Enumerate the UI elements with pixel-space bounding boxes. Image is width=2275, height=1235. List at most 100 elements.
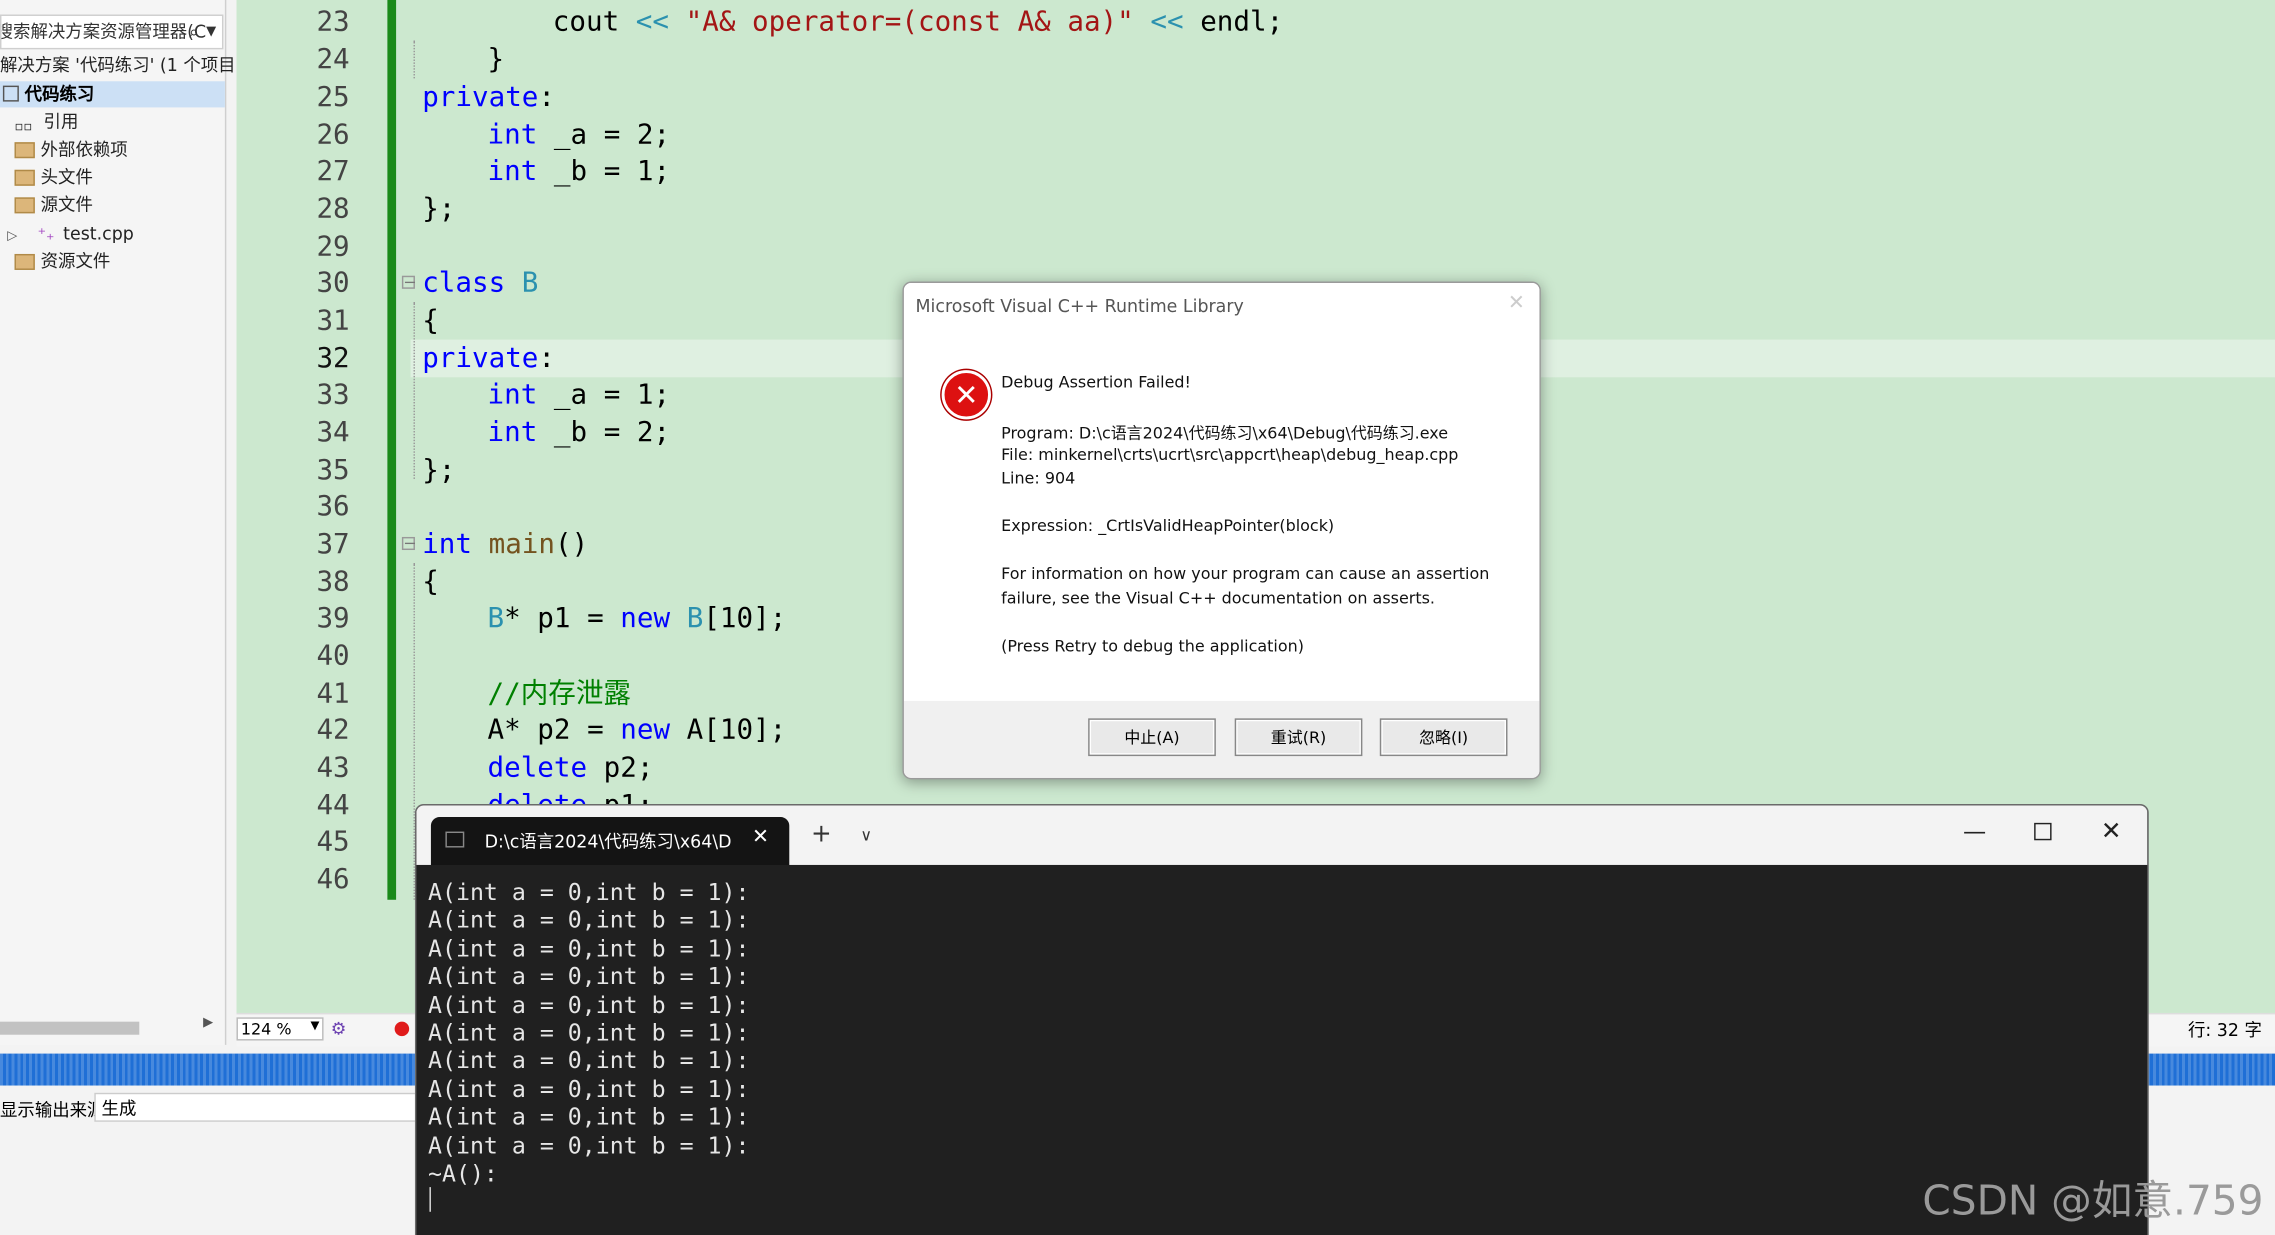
terminal-icon	[445, 831, 465, 848]
line-number: 28	[316, 193, 350, 225]
dialog-titlebar: Microsoft Visual C++ Runtime Library ✕	[903, 282, 1540, 330]
code-line-31: {	[422, 304, 439, 337]
line-number: 31	[316, 304, 350, 337]
search-placeholder: 搜索解决方案资源管理器(C	[0, 21, 207, 43]
retry-button[interactable]: 重试(R)	[1234, 718, 1363, 757]
code-line-26: int _a = 2;	[487, 119, 671, 151]
project-label: 代码练习	[24, 84, 95, 105]
intellicode-icon[interactable]: ⚙	[331, 1019, 347, 1039]
scroll-right-icon[interactable]: ▶	[203, 1016, 213, 1031]
line-number: 42	[316, 714, 350, 746]
tree-item-resource-files[interactable]: 资源文件	[14, 248, 111, 274]
code-line-39: B* p1 = new B[10];	[487, 602, 787, 635]
minimize-icon[interactable]: —	[1963, 817, 1986, 845]
code-line-37: int main()	[422, 528, 589, 561]
line-number: 29	[316, 230, 350, 263]
tree-item-references[interactable]: ▫▫ 引用	[15, 109, 79, 135]
close-icon[interactable]: ✕	[2101, 817, 2122, 846]
code-line-42: A* p2 = new A[10];	[487, 714, 787, 746]
code-line-32: private:	[422, 342, 556, 375]
dialog-title: Microsoft Visual C++ Runtime Library	[915, 296, 1244, 317]
terminal-cursor	[429, 1187, 431, 1212]
terminal-line: A(int a = 0,int b = 1):	[428, 962, 750, 991]
solution-search-input[interactable]: 搜索解决方案资源管理器(C ⌕ ▼	[0, 14, 224, 50]
terminal-line: A(int a = 0,int b = 1):	[428, 934, 750, 962]
screen: 搜索解决方案资源管理器(C ⌕ ▼ 解决方案 '代码练习' (1 个项目 代码练…	[0, 0, 2275, 1235]
terminal-line: A(int a = 0,int b = 1):	[428, 878, 750, 906]
line-number: 23	[316, 5, 350, 38]
dialog-line: Line: 904	[1001, 468, 1076, 488]
cursor-position: 行: 32 字	[2187, 1020, 2262, 1041]
new-tab-icon[interactable]: +	[811, 820, 832, 849]
line-number: 39	[316, 602, 350, 635]
assertion-dialog: Microsoft Visual C++ Runtime Library ✕ ✕…	[902, 281, 1541, 780]
folder-icon	[14, 253, 35, 270]
dialog-expression: Expression: _CrtIsValidHeapPointer(block…	[1001, 516, 1335, 536]
chevron-down-icon[interactable]: ∨	[860, 826, 872, 845]
line-number: 46	[316, 863, 350, 896]
terminal-tab-title: D:\c语言2024\代码练习\x64\Debug\代码练习.exe	[484, 831, 732, 852]
code-line-23: cout << "A& operator=(const A& aa)" << e…	[552, 5, 1284, 38]
line-number: 25	[316, 81, 350, 114]
watermark: CSDN @如意.759	[1922, 1176, 2264, 1225]
terminal-line: A(int a = 0,int b = 1):	[428, 1046, 750, 1075]
fold-collapse-icon[interactable]: −	[401, 274, 417, 290]
terminal-line: A(int a = 0,int b = 1):	[428, 1131, 750, 1159]
output-source-select[interactable]: 生成	[94, 1092, 417, 1122]
project-node[interactable]: 代码练习	[0, 81, 225, 108]
tree-item-test-cpp[interactable]: ▷ ⁺₊ test.cpp	[7, 221, 134, 250]
external-deps-icon	[14, 142, 35, 159]
close-icon[interactable]: ✕	[1508, 292, 1525, 315]
code-line-33: int _a = 1;	[487, 378, 671, 411]
line-number: 38	[316, 565, 350, 598]
cpp-file-icon: ⁺₊	[37, 224, 55, 244]
line-number: 45	[316, 825, 350, 858]
code-line-24: }	[487, 43, 505, 76]
tree-item-label: 外部依赖项	[40, 139, 128, 160]
terminal-window: D:\c语言2024\代码练习\x64\Debug\代码练习.exe ✕ + ∨…	[414, 803, 2149, 1235]
fold-collapse-icon[interactable]: −	[401, 536, 417, 551]
code-line-41: //内存泄露	[487, 677, 631, 710]
terminal-line: A(int a = 0,int b = 1):	[428, 1075, 750, 1103]
line-number: 36	[316, 490, 350, 523]
chevron-down-icon[interactable]: ▼	[310, 1019, 319, 1032]
code-line-30: class B	[422, 267, 539, 299]
indent-guide	[413, 301, 415, 479]
tree-item-external-deps[interactable]: 外部依赖项	[14, 136, 128, 162]
tree-item-label: 源文件	[40, 194, 93, 215]
terminal-tab[interactable]: D:\c语言2024\代码练习\x64\Debug\代码练习.exe ✕	[430, 817, 790, 865]
tree-item-label: test.cpp	[63, 223, 134, 244]
code-line-43: delete p2;	[487, 751, 654, 784]
ignore-button[interactable]: 忽略(I)	[1379, 718, 1508, 757]
dialog-heading: Debug Assertion Failed!	[1001, 372, 1191, 392]
expand-arrow-icon[interactable]: ▷	[7, 229, 17, 244]
folder-icon	[14, 169, 35, 186]
tree-item-label: 引用	[43, 111, 79, 133]
code-line-27: int _b = 1;	[487, 155, 671, 188]
abort-button[interactable]: 中止(A)	[1088, 718, 1216, 757]
code-line-38: {	[422, 565, 439, 598]
terminal-line: A(int a = 0,int b = 1):	[428, 906, 750, 934]
terminal-line: ~A():	[428, 1159, 498, 1188]
solution-explorer: 搜索解决方案资源管理器(C ⌕ ▼ 解决方案 '代码练习' (1 个项目 代码练…	[0, 0, 236, 1045]
tree-item-header-files[interactable]: 头文件	[14, 164, 93, 190]
error-icon[interactable]	[394, 1021, 410, 1037]
tree-item-label: 资源文件	[40, 251, 111, 272]
horizontal-scrollbar[interactable]	[0, 1021, 140, 1035]
solution-node[interactable]: 解决方案 '代码练习' (1 个项目	[0, 52, 236, 77]
line-number: 44	[316, 789, 350, 822]
dialog-retry-hint: (Press Retry to debug the application)	[1001, 637, 1304, 656]
error-icon: ✕	[941, 370, 991, 420]
tree-item-source-files[interactable]: 源文件	[14, 192, 93, 218]
terminal-line: A(int a = 0,int b = 1):	[428, 1103, 750, 1131]
line-number: 26	[316, 119, 350, 151]
change-tracking-bar	[387, 0, 397, 900]
project-icon	[2, 85, 19, 102]
line-number-current: 32	[316, 342, 350, 375]
close-tab-icon[interactable]: ✕	[752, 826, 769, 849]
tree-item-label: 头文件	[40, 166, 93, 188]
search-icon[interactable]: ⌕	[189, 16, 199, 48]
line-number: 35	[316, 454, 350, 487]
maximize-icon[interactable]	[2034, 822, 2052, 841]
chevron-down-icon[interactable]: ▼	[206, 16, 216, 48]
